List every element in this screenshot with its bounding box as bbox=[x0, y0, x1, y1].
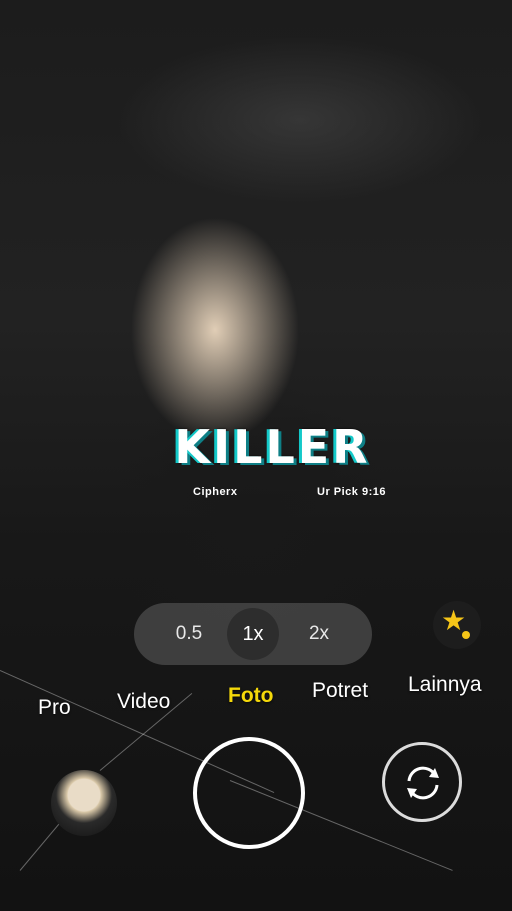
mode-tab-video[interactable]: Video bbox=[117, 690, 170, 714]
sticker-subtitle-right: Ur Pick 9:16 bbox=[317, 486, 386, 498]
sticker-subtitle-left: Cipherx bbox=[193, 486, 238, 498]
mode-tab-lainnya[interactable]: Lainnya bbox=[408, 673, 482, 697]
switch-camera-button[interactable] bbox=[382, 742, 462, 822]
shutter-button[interactable] bbox=[193, 737, 305, 849]
ai-mode-button[interactable]: ★ bbox=[433, 601, 481, 649]
switch-camera-icon bbox=[407, 766, 439, 800]
mode-tab-pro[interactable]: Pro bbox=[38, 696, 71, 720]
zoom-selector: 0.5 1x 2x bbox=[134, 603, 372, 665]
camera-mode-tabs: Pro Video Foto Potret Lainnya bbox=[0, 673, 512, 719]
mode-tab-potret[interactable]: Potret bbox=[312, 679, 368, 703]
zoom-option-2x[interactable]: 2x bbox=[298, 618, 340, 650]
killer-sticker[interactable]: KILLER Cipherx Ur Pick 9:16 bbox=[135, 420, 410, 520]
sticker-title: KILLER bbox=[174, 420, 371, 474]
gallery-thumbnail[interactable] bbox=[51, 770, 117, 836]
mode-tab-foto[interactable]: Foto bbox=[228, 684, 273, 708]
status-dot bbox=[462, 631, 470, 639]
zoom-option-1x[interactable]: 1x bbox=[227, 608, 279, 660]
zoom-option-0-5[interactable]: 0.5 bbox=[168, 618, 210, 650]
